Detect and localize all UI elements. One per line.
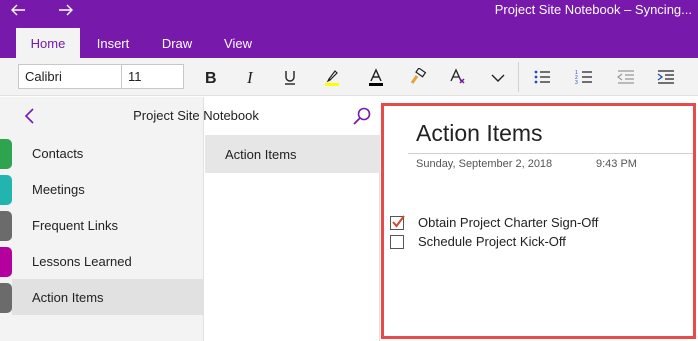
- bullets-button[interactable]: [528, 64, 556, 90]
- font-size-box[interactable]: 11: [121, 64, 184, 89]
- highlight-button[interactable]: [318, 64, 346, 90]
- italic-button[interactable]: I: [236, 64, 264, 90]
- bold-icon: B: [205, 70, 217, 86]
- notebook-title[interactable]: Project Site Notebook: [12, 108, 380, 123]
- format-painter-button[interactable]: [404, 64, 432, 90]
- section-color-tab-lessons-learned[interactable]: [0, 247, 12, 277]
- title-divider: [408, 153, 693, 154]
- font-color-icon: [369, 68, 383, 86]
- section-color-tab-contacts[interactable]: [0, 139, 12, 169]
- section-item-action-items[interactable]: Action Items: [12, 279, 204, 315]
- section-item-meetings[interactable]: Meetings: [12, 171, 204, 207]
- decrease-indent-button[interactable]: [612, 64, 640, 90]
- svg-text:I: I: [246, 68, 254, 86]
- section-item-lessons-learned[interactable]: Lessons Learned: [12, 243, 204, 279]
- todo-item[interactable]: Schedule Project Kick-Off: [390, 234, 566, 249]
- underline-icon: [285, 71, 295, 85]
- page-title[interactable]: Action Items: [416, 120, 543, 147]
- numbering-icon: 123: [575, 70, 592, 86]
- checkmark-icon: [392, 214, 405, 228]
- highlight-icon: [325, 70, 339, 86]
- section-item-contacts[interactable]: Contacts: [12, 135, 204, 171]
- ribbon-tabs: Home Insert Draw View: [0, 22, 698, 58]
- clear-formatting-icon: [450, 68, 465, 84]
- bullets-icon: [534, 70, 550, 84]
- page-list: Action Items: [205, 135, 380, 341]
- decrease-indent-icon: [617, 70, 634, 84]
- notebook-header: Project Site Notebook: [12, 97, 380, 135]
- todo-checkbox[interactable]: [390, 234, 404, 249]
- increase-indent-icon: [657, 70, 674, 84]
- page-date: Sunday, September 2, 2018: [416, 158, 553, 170]
- chevron-down-icon: [491, 74, 505, 82]
- section-item-frequent-links[interactable]: Frequent Links: [12, 207, 204, 243]
- page-item-action-items[interactable]: Action Items: [205, 135, 380, 173]
- underline-button[interactable]: [276, 64, 304, 90]
- italic-icon: I: [246, 68, 254, 86]
- section-color-tab-action-items[interactable]: [0, 283, 12, 313]
- section-color-tab-frequent-links[interactable]: [0, 211, 12, 241]
- tab-insert[interactable]: Insert: [86, 28, 140, 58]
- todo-item[interactable]: Obtain Project Charter Sign-Off: [390, 214, 598, 230]
- section-list: Project Site Notebook Contacts Meetings …: [12, 97, 371, 341]
- page-canvas[interactable]: Action Items Sunday, September 2, 2018 9…: [381, 103, 696, 339]
- format-painter-icon: [410, 68, 427, 84]
- tab-home[interactable]: Home: [16, 28, 80, 58]
- arrow-right-icon: [59, 4, 73, 16]
- font-color-button[interactable]: [362, 64, 390, 90]
- page-time: 9:43 PM: [596, 158, 637, 170]
- todo-label[interactable]: Obtain Project Charter Sign-Off: [418, 215, 598, 230]
- svg-text:3: 3: [575, 80, 578, 86]
- section-color-tab-meetings[interactable]: [0, 175, 12, 205]
- svg-text:B: B: [205, 70, 217, 86]
- arrow-left-icon: [11, 4, 25, 16]
- font-name-box[interactable]: Calibri: [18, 64, 122, 89]
- title-bar: Project Site Notebook – Syncing...: [0, 0, 698, 22]
- tab-draw[interactable]: Draw: [150, 28, 204, 58]
- formatting-toolbar: Calibri 11 B I 123: [0, 58, 698, 96]
- todo-label[interactable]: Schedule Project Kick-Off: [418, 234, 566, 249]
- toolbar-divider: [518, 62, 519, 92]
- more-button[interactable]: [484, 64, 512, 90]
- window-title: Project Site Notebook – Syncing...: [494, 2, 692, 17]
- bold-button[interactable]: B: [196, 64, 224, 90]
- numbering-button[interactable]: 123: [570, 64, 598, 90]
- forward-button[interactable]: [52, 0, 80, 20]
- search-icon[interactable]: [352, 106, 372, 126]
- clear-formatting-button[interactable]: [444, 64, 472, 90]
- increase-indent-button[interactable]: [652, 64, 680, 90]
- section-color-tabs: [0, 97, 12, 341]
- todo-checkbox-checked[interactable]: [390, 214, 405, 230]
- back-button[interactable]: [4, 0, 32, 20]
- tab-view[interactable]: View: [214, 28, 262, 58]
